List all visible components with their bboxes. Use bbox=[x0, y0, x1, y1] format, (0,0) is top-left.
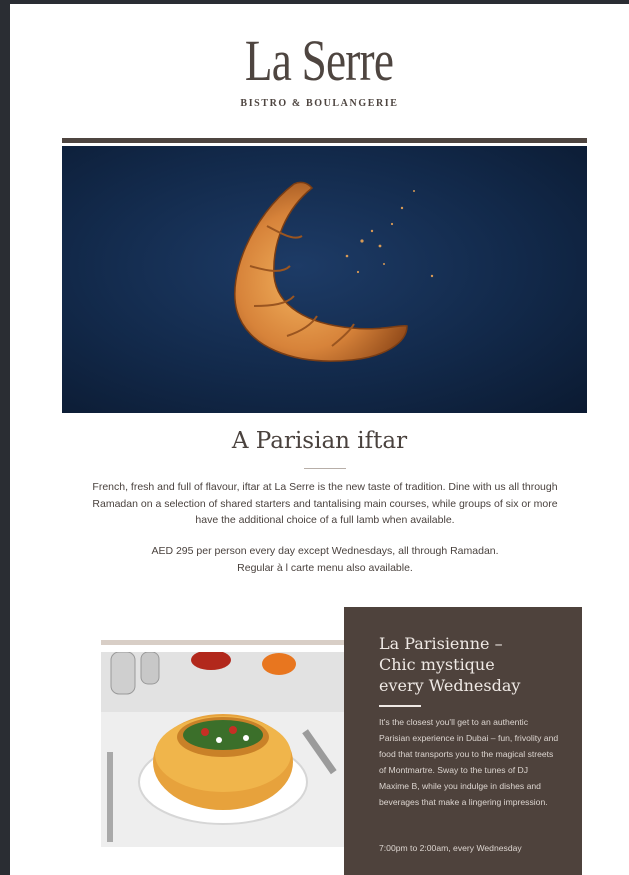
iftar-description: French, fresh and full of flavour, iftar… bbox=[92, 481, 558, 526]
price-line: AED 295 per person every day except Wedn… bbox=[151, 545, 499, 557]
brand-logo[interactable]: La Serre BISTRO & BOULANGERIE bbox=[10, 28, 629, 110]
croissant-crescent-image bbox=[234, 181, 434, 362]
wednesday-title-line: Chic mystique bbox=[379, 655, 495, 674]
wednesday-panel: La Parisienne – Chic mystique every Wedn… bbox=[344, 607, 582, 875]
hero-image[interactable] bbox=[62, 146, 587, 413]
dish-illustration bbox=[101, 652, 345, 847]
photo-divider bbox=[101, 640, 345, 645]
logo-wordmark: La Serre bbox=[245, 28, 394, 93]
wednesday-title: La Parisienne – Chic mystique every Wedn… bbox=[379, 633, 569, 696]
dish-photo[interactable] bbox=[101, 652, 345, 847]
email-page: La Serre BISTRO & BOULANGERIE A Parisian… bbox=[10, 4, 629, 875]
wednesday-time: 7:00pm to 2:00am, every Wednesday bbox=[379, 843, 522, 853]
wednesday-title-line: La Parisienne – bbox=[379, 634, 503, 653]
menu-note: Regular à l carte menu also available. bbox=[237, 561, 413, 574]
logo-tagline: BISTRO & BOULANGERIE bbox=[240, 98, 399, 109]
wednesday-title-line: every Wednesday bbox=[379, 676, 521, 695]
price-info: AED 295 per person every day except Wedn… bbox=[80, 543, 570, 576]
wednesday-description: It's the closest you'll get to an authen… bbox=[379, 717, 559, 807]
header-divider bbox=[62, 138, 587, 143]
panel-divider bbox=[379, 705, 421, 707]
title-divider bbox=[304, 468, 346, 469]
iftar-title: A Parisian iftar bbox=[231, 428, 408, 454]
